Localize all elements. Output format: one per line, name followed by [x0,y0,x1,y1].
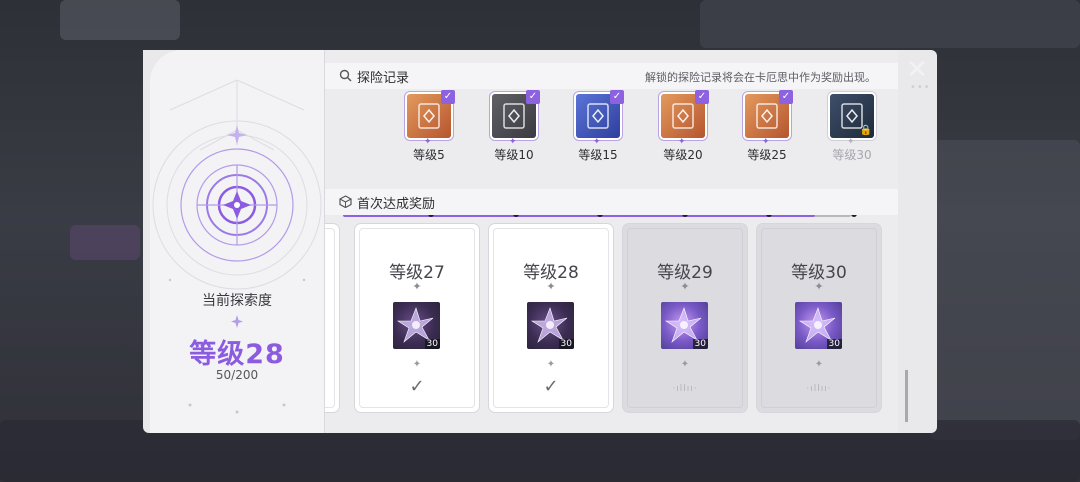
sparkle-icon: ✦ [680,280,690,293]
reward-item-icon[interactable]: 30 [795,302,842,349]
sparkle-icon: ✦ [546,280,556,293]
record-icon: 🔒 [830,94,874,138]
scrollbar[interactable] [905,370,908,422]
record-strip: ✓ ✦ 等级5 ✓ ✦ 等级10 ✓ ✦ 等级15 ✓ ✦ 等级20 ✓ ✦ 等级25 🔒 ✦ 等级30 [325,90,898,217]
records-panel: 探险记录 解锁的探险记录将会在卡厄思中作为奖励出现。 ✓ ✦ 等级5 ✓ ✦ 等级10 ✓ ✦… [325,50,898,433]
record-item[interactable]: ✓ ✦ 等级10 [486,90,546,180]
current-progress: 50/200 [215,368,259,382]
lock-icon: 🔒 [859,125,872,136]
backdrop-block [930,140,1080,440]
rewards-header: 首次达成奖励 [325,189,898,215]
current-exploration-label: 当前探索度 [202,293,272,309]
record-icon: ✓ [661,90,709,138]
record-icon: ✓ [407,90,455,138]
records-title: 探险记录 [357,71,410,86]
reward-card[interactable]: 等级29 ✦ 30 ✦ ·ıllıı· [623,224,747,412]
reward-card[interactable]: 等级27 ✦ 30 ✦ ✓ [355,224,479,412]
item-quantity: 30 [558,339,574,349]
records-note: 解锁的探险记录将会在卡厄思中作为奖励出现。 [645,71,876,84]
backdrop-block [70,225,140,260]
check-icon: ✓ [409,376,425,397]
item-quantity: 30 [826,339,842,349]
cube-icon [339,195,352,208]
check-icon: ✓ [441,90,455,104]
backdrop-block [700,0,1080,48]
reward-item-icon[interactable]: 30 [527,302,574,349]
pending-indicator: ·ıllıı· [806,384,832,394]
record-label: 等级20 [663,148,703,162]
record-icon: ✓ [492,90,540,138]
current-level: 等级28 [189,339,285,370]
sparkle-icon: ✦ [814,359,824,370]
check-icon: ✓ [779,90,793,104]
close-button[interactable]: ✕ [904,55,930,85]
record-item[interactable]: ✓ ✦ 等级15 [570,90,630,180]
record-label: 等级30 [832,148,872,162]
backdrop-block [60,0,180,40]
record-icon: ✓ [576,90,624,138]
record-item[interactable]: ✓ ✦ 等级5 [401,90,461,180]
record-item[interactable]: 🔒 ✦ 等级30 [824,90,884,180]
check-icon: ✓ [543,376,559,397]
check-icon: ✓ [526,90,540,104]
sparkle-icon: ✦ [412,359,422,370]
sparkle-icon: ✦ [680,359,690,370]
reward-item-icon[interactable]: 30 [393,302,440,349]
check-icon: ✓ [610,90,624,104]
item-quantity: 30 [692,339,708,349]
record-item[interactable]: ✓ ✦ 等级25 [739,90,799,180]
sparkle-icon: ✦ [546,359,556,370]
current-exploration-panel: 当前探索度 等级28 50/200 [150,50,325,433]
item-quantity: 30 [424,339,440,349]
reward-card-partial [325,224,339,412]
check-icon: ✓ [695,90,709,104]
rewards-title: 首次达成奖励 [357,197,436,212]
record-label: 等级25 [747,148,787,162]
sparkle-icon: ✦ [814,280,824,293]
record-label: 等级5 [413,148,445,162]
reward-item-icon[interactable]: 30 [661,302,708,349]
record-icon: ✓ [745,90,793,138]
reward-card[interactable]: 等级30 ✦ 30 ✦ ·ıllıı· [757,224,881,412]
close-icon: ✕ [906,55,928,85]
search-icon [339,69,352,82]
record-item[interactable]: ✓ ✦ 等级20 [655,90,715,180]
close-dots: ••• [910,82,931,93]
reward-card[interactable]: 等级28 ✦ 30 ✦ ✓ [489,224,613,412]
rewards-list[interactable]: 等级27 ✦ 30 ✦ ✓ 等级28 ✦ 30 ✦ ✓ 等级29 ✦ 30 ✦ ·ıllıı· 等级30 ✦ 30… [325,220,898,423]
records-header: 探险记录 解锁的探险记录将会在卡厄思中作为奖励出现。 [325,63,898,89]
record-label: 等级10 [494,148,534,162]
sparkle-icon: ✦ [412,280,422,293]
pending-indicator: ·ıllıı· [672,384,698,394]
record-label: 等级15 [578,148,618,162]
